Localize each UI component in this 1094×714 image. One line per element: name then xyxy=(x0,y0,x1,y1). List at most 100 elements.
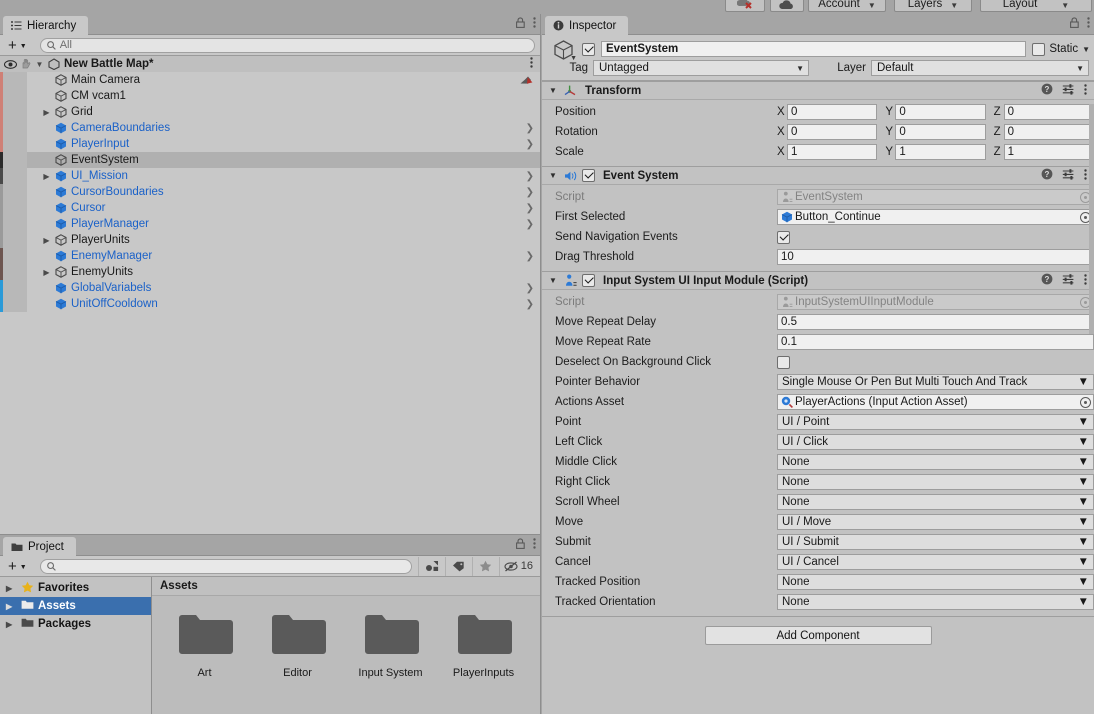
object-field[interactable]: InputSystemUIInputModule xyxy=(777,294,1094,310)
component-header-transform[interactable]: ▼ Transform? xyxy=(542,81,1094,100)
layers-dropdown[interactable]: Layers ▼ xyxy=(894,0,972,12)
property-checkbox[interactable] xyxy=(777,355,790,369)
transform-z-input[interactable]: 1 xyxy=(1003,144,1094,160)
scene-foldout-arrow[interactable]: ▼ xyxy=(33,60,46,69)
inspector-scrollbar[interactable] xyxy=(1089,104,1094,334)
lock-icon[interactable] xyxy=(1070,17,1079,31)
collab-error-button[interactable] xyxy=(725,0,765,12)
property-text-input[interactable]: 10 xyxy=(777,249,1094,265)
tab-project[interactable]: Project xyxy=(3,537,76,556)
foldout-arrow[interactable]: ▶ xyxy=(40,108,53,117)
hierarchy-item-grid[interactable]: ▶ Grid xyxy=(0,104,540,120)
open-prefab-chevron-icon[interactable]: ❯ xyxy=(526,280,534,296)
visibility-gutter[interactable] xyxy=(0,152,27,168)
visibility-gutter[interactable] xyxy=(0,296,27,312)
visibility-gutter[interactable] xyxy=(0,280,27,296)
object-field[interactable]: PlayerActions (Input Action Asset) xyxy=(777,394,1094,410)
preset-icon[interactable] xyxy=(1062,168,1075,183)
hierarchy-item-playermanager[interactable]: PlayerManager ❯ xyxy=(0,216,540,232)
component-foldout-arrow[interactable]: ▼ xyxy=(549,171,559,180)
hierarchy-item-unitoffcooldown[interactable]: UnitOffCooldown ❯ xyxy=(0,296,540,312)
project-search-input[interactable] xyxy=(39,558,412,574)
visibility-gutter[interactable] xyxy=(0,264,27,280)
transform-z-input[interactable]: 0 xyxy=(1003,104,1094,120)
hierarchy-item-ui-mission[interactable]: ▶ UI_Mission ❯ xyxy=(0,168,540,184)
foldout-arrow[interactable]: ▶ xyxy=(6,620,17,629)
hierarchy-item-playerinput[interactable]: PlayerInput ❯ xyxy=(0,136,540,152)
component-foldout-arrow[interactable]: ▼ xyxy=(549,86,559,95)
hierarchy-item-cameraboundaries[interactable]: CameraBoundaries ❯ xyxy=(0,120,540,136)
hierarchy-item-cursor[interactable]: Cursor ❯ xyxy=(0,200,540,216)
filter-by-label-button[interactable] xyxy=(444,556,472,576)
hierarchy-item-eventsystem[interactable]: EventSystem xyxy=(0,152,540,168)
gameobject-enabled-checkbox[interactable] xyxy=(582,42,595,56)
hierarchy-tree[interactable]: ▼ New Battle Map* Main Camera CM vcam1 ▶ Gr… xyxy=(0,56,540,555)
component-menu-icon[interactable] xyxy=(1084,273,1087,288)
open-prefab-chevron-icon[interactable]: ❯ xyxy=(526,248,534,264)
property-dropdown[interactable]: UI / Submit ▼ xyxy=(777,534,1094,550)
filter-favorites-button[interactable] xyxy=(471,556,499,576)
visibility-gutter[interactable] xyxy=(0,88,27,104)
component-enabled-checkbox[interactable] xyxy=(582,169,595,182)
preset-icon[interactable] xyxy=(1062,273,1075,288)
lock-icon[interactable] xyxy=(516,17,525,31)
property-dropdown[interactable]: UI / Move ▼ xyxy=(777,514,1094,530)
foldout-arrow[interactable]: ▶ xyxy=(40,172,53,181)
component-menu-icon[interactable] xyxy=(1084,168,1087,183)
property-dropdown[interactable]: UI / Click ▼ xyxy=(777,434,1094,450)
project-asset-view[interactable]: Assets Art Editor Input System PlayerInputs xyxy=(152,577,540,714)
layout-dropdown[interactable]: Layout ▼ xyxy=(980,0,1092,12)
hierarchy-item-cursorboundaries[interactable]: CursorBoundaries ❯ xyxy=(0,184,540,200)
asset-folder-item[interactable]: Input System xyxy=(358,612,423,679)
object-field[interactable]: EventSystem xyxy=(777,189,1094,205)
visibility-gutter[interactable] xyxy=(0,120,27,136)
visibility-gutter[interactable] xyxy=(0,72,27,88)
hierarchy-search-input[interactable]: All xyxy=(39,37,535,53)
help-icon[interactable]: ? xyxy=(1041,83,1053,98)
property-text-input[interactable]: 0.5 xyxy=(777,314,1094,330)
static-checkbox[interactable] xyxy=(1032,42,1046,56)
hierarchy-item-main-camera[interactable]: Main Camera xyxy=(0,72,540,88)
visibility-gutter[interactable] xyxy=(0,184,27,200)
project-tree-item-favorites[interactable]: ▶ Favorites xyxy=(0,579,151,597)
project-tree-item-assets[interactable]: ▶ Assets xyxy=(0,597,151,615)
property-dropdown[interactable]: None ▼ xyxy=(777,454,1094,470)
visibility-gutter[interactable] xyxy=(0,232,27,248)
panel-menu-icon[interactable] xyxy=(533,538,536,552)
property-dropdown[interactable]: None ▼ xyxy=(777,474,1094,490)
transform-z-input[interactable]: 0 xyxy=(1003,124,1094,140)
project-create-button[interactable]: + ▼ xyxy=(5,559,30,574)
visibility-gutter[interactable] xyxy=(0,200,27,216)
property-dropdown[interactable]: None ▼ xyxy=(777,494,1094,510)
open-prefab-chevron-icon[interactable]: ❯ xyxy=(526,216,534,232)
hierarchy-item-globalvariabels[interactable]: GlobalVariabels ❯ xyxy=(0,280,540,296)
panel-menu-icon[interactable] xyxy=(1087,17,1090,31)
object-picker-icon[interactable] xyxy=(1080,396,1091,408)
layer-dropdown[interactable]: Default ▼ xyxy=(871,60,1089,76)
visibility-gutter[interactable] xyxy=(0,168,27,184)
help-icon[interactable]: ? xyxy=(1041,273,1053,288)
component-header-event-system[interactable]: ▼ Event System? xyxy=(542,166,1094,185)
lock-icon[interactable] xyxy=(516,538,525,552)
component-header-input-system-ui-input-module-script-[interactable]: ▼ Input System UI Input Module (Script)? xyxy=(542,271,1094,290)
hierarchy-scene-row[interactable]: ▼ New Battle Map* xyxy=(0,56,540,72)
hierarchy-item-cm-vcam1[interactable]: CM vcam1 xyxy=(0,88,540,104)
open-prefab-chevron-icon[interactable]: ❯ xyxy=(526,184,534,200)
visibility-gutter[interactable] xyxy=(0,216,27,232)
property-dropdown[interactable]: UI / Point ▼ xyxy=(777,414,1094,430)
open-prefab-chevron-icon[interactable]: ❯ xyxy=(526,200,534,216)
gameobject-icon[interactable]: ▼ xyxy=(550,39,577,62)
account-dropdown[interactable]: Account ▼ xyxy=(808,0,886,12)
transform-x-input[interactable]: 0 xyxy=(787,104,878,120)
property-text-input[interactable]: 0.1 xyxy=(777,334,1094,350)
property-dropdown[interactable]: Single Mouse Or Pen But Multi Touch And … xyxy=(777,374,1094,390)
project-tree-item-packages[interactable]: ▶ Packages xyxy=(0,615,151,633)
transform-x-input[interactable]: 0 xyxy=(787,124,878,140)
tag-dropdown[interactable]: Untagged ▼ xyxy=(593,60,809,76)
property-dropdown[interactable]: UI / Cancel ▼ xyxy=(777,554,1094,570)
property-dropdown[interactable]: None ▼ xyxy=(777,594,1094,610)
static-toggle[interactable]: Static ▼ xyxy=(1032,42,1090,56)
chevron-down-icon[interactable]: ▼ xyxy=(1082,45,1090,54)
tab-hierarchy[interactable]: Hierarchy xyxy=(3,16,89,35)
hierarchy-item-playerunits[interactable]: ▶ PlayerUnits xyxy=(0,232,540,248)
